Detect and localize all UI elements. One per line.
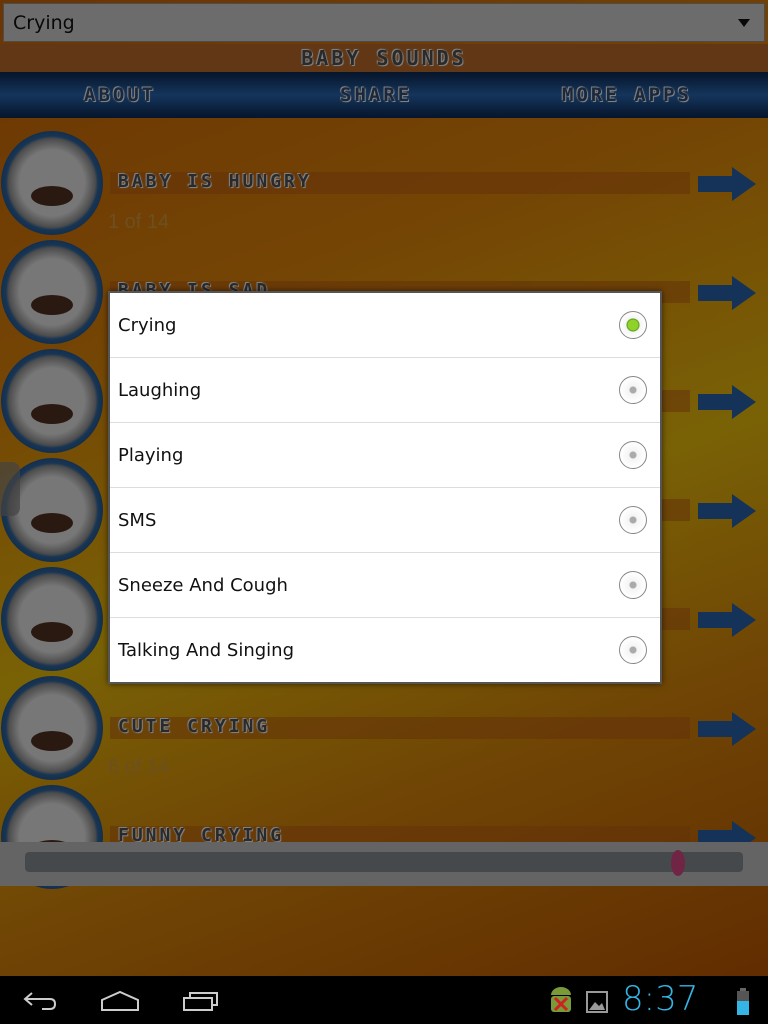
radio-button[interactable]	[619, 571, 647, 599]
radio-button[interactable]	[619, 311, 647, 339]
battery-icon	[737, 988, 749, 1015]
option-sms[interactable]: SMS	[110, 488, 660, 553]
option-label: Laughing	[118, 379, 202, 401]
recent-apps-icon[interactable]	[182, 990, 220, 1012]
option-label: Crying	[118, 314, 177, 336]
option-label: Talking And Singing	[118, 640, 294, 661]
category-dialog: Crying Laughing Playing SMS Sneeze And Cough…	[108, 291, 662, 684]
radio-button[interactable]	[619, 506, 647, 534]
home-icon[interactable]	[100, 990, 140, 1012]
radio-button[interactable]	[619, 376, 647, 404]
clock: 8:37	[622, 979, 699, 1019]
back-icon[interactable]	[22, 990, 58, 1012]
option-label: Playing	[118, 444, 184, 466]
image-notification-icon	[586, 991, 608, 1013]
option-label: SMS	[118, 509, 157, 531]
option-crying[interactable]: Crying	[110, 293, 660, 358]
option-laughing[interactable]: Laughing	[110, 358, 660, 423]
option-label: Sneeze And Cough	[118, 574, 288, 596]
radio-button[interactable]	[619, 636, 647, 664]
radio-button[interactable]	[619, 441, 647, 469]
option-playing[interactable]: Playing	[110, 423, 660, 488]
android-debug-icon	[551, 987, 571, 1012]
option-sneeze-and-cough[interactable]: Sneeze And Cough	[110, 553, 660, 618]
option-talking-and-singing[interactable]: Talking And Singing	[110, 618, 660, 683]
